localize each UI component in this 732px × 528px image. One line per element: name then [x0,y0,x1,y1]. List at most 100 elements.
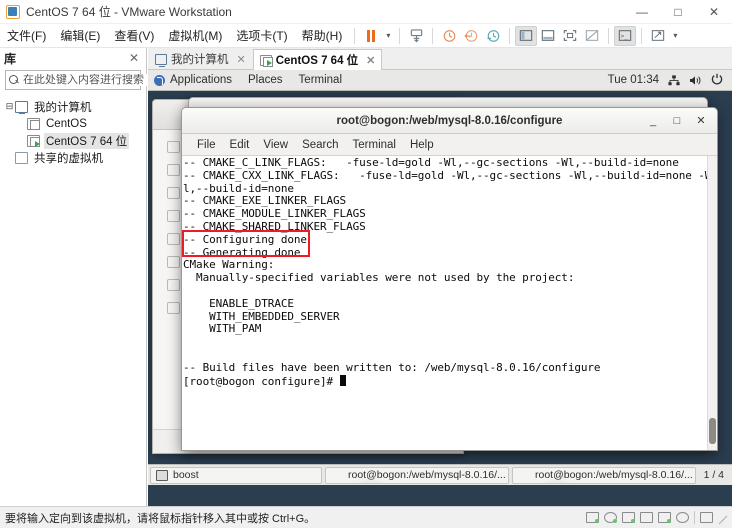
sidebar-place-icon[interactable] [167,233,180,245]
network-adapter-icon[interactable] [622,512,635,523]
printer-icon[interactable] [640,512,653,523]
menu-vm[interactable]: 虚拟机(M) [161,24,229,47]
sidebar-place-icon[interactable] [167,210,180,222]
workspace-indicator[interactable]: 1 / 4 [704,469,730,481]
console-view-icon[interactable]: >_ [614,26,636,46]
sidebar-place-icon[interactable] [167,256,180,268]
tree-item-label: CentOS 7 64 位 [44,133,129,149]
terminal-menu-edit[interactable]: Edit [223,137,257,153]
tree-item-centos-7-64[interactable]: CentOS 7 64 位 [4,132,146,149]
tab-centos-7-64[interactable]: CentOS 7 64 位 ✕ [253,49,383,70]
window-controls: — □ ✕ [624,0,732,24]
cd-dvd-icon[interactable] [604,512,617,523]
terminal-maximize-button[interactable]: □ [665,111,689,131]
menu-view[interactable]: 查看(V) [107,24,161,47]
power-dropdown-caret-icon[interactable]: ▾ [382,31,394,40]
maximize-button[interactable]: □ [660,0,696,24]
terminal-menu-terminal[interactable]: Terminal [346,137,403,153]
terminal-title: root@bogon:/web/mysql-8.0.16/configure [182,115,717,127]
terminal-minimize-button[interactable]: _ [641,111,665,131]
tab-close-icon[interactable]: ✕ [237,53,246,66]
tree-item-label: CentOS [44,118,89,130]
usb-device-icon[interactable] [676,512,689,523]
gnome-menu-applications[interactable]: Applications [148,74,240,86]
clock[interactable]: Tue 01:34 [608,74,659,86]
gnome-taskbar: boost root@bogon:/web/mysql-8.0.16/... r… [148,464,732,485]
sidebar-place-icon[interactable] [167,302,180,314]
terminal-output-highlighted: -- Configuring done -- Generating done [182,233,707,260]
sidebar-place-icon[interactable] [167,164,180,176]
tab-label: CentOS 7 64 位 [276,52,358,68]
menu-tabs[interactable]: 选项卡(T) [229,24,294,47]
resize-grip[interactable] [718,513,728,523]
gnome-menu-places[interactable]: Places [240,74,291,86]
tree-item-shared-vms[interactable]: 共享的虚拟机 [4,149,146,166]
hard-disk-icon[interactable] [586,512,599,523]
window-title: CentOS 7 64 位 - VMware Workstation [26,3,232,20]
power-icon[interactable] [711,73,723,88]
show-library-icon[interactable] [515,26,537,46]
virtual-machine-running-icon [260,55,272,66]
manage-snapshots-icon[interactable] [482,26,504,46]
vmware-workstation-window: CentOS 7 64 位 - VMware Workstation — □ ✕… [0,0,732,528]
menu-help[interactable]: 帮助(H) [295,24,350,47]
tree-item-centos[interactable]: CentOS [4,115,146,132]
suspend-pause-icon[interactable] [360,26,382,46]
taskbar-item-terminal-1[interactable]: root@bogon:/web/mysql-8.0.16/... [325,467,509,484]
tab-close-icon[interactable]: ✕ [366,54,375,67]
taskbar-item-boost[interactable]: boost [150,467,322,484]
search-input[interactable] [23,74,165,86]
terminal-window-controls: _ □ ✕ [641,111,717,131]
terminal-output-area[interactable]: -- CMAKE_C_LINK_FLAGS: -fuse-ld=gold -Wl… [182,156,717,450]
revert-snapshot-icon[interactable] [460,26,482,46]
sound-card-icon[interactable] [658,512,671,523]
device-status-icons [586,511,732,524]
take-snapshot-icon[interactable] [438,26,460,46]
svg-text:>_: >_ [621,33,629,40]
display-icon[interactable] [700,512,713,523]
terminal-window[interactable]: root@bogon:/web/mysql-8.0.16/configure _… [181,107,718,451]
statusbar-message: 要将输入定向到该虚拟机，请将鼠标指针移入其中或按 Ctrl+G。 [0,510,315,526]
terminal-menu-search[interactable]: Search [295,137,345,153]
library-close-icon[interactable]: ✕ [126,51,142,65]
tree-item-my-computer[interactable]: ⊟ 我的计算机 [4,98,146,115]
vm-console-area[interactable]: 我的计算机 ✕ CentOS 7 64 位 ✕ Applications Pla… [148,48,732,506]
virtual-machine-running-icon [27,135,40,147]
stretch-guest-icon[interactable] [647,26,669,46]
minimize-button[interactable]: — [624,0,660,24]
network-icon[interactable] [668,75,680,86]
expander-icon[interactable]: ⊟ [4,101,15,112]
toolbar-divider [509,28,510,44]
terminal-scrollbar[interactable] [707,156,717,450]
unity-mode-icon[interactable] [581,26,603,46]
fullscreen-icon[interactable] [559,26,581,46]
taskbar-item-terminal-2[interactable]: root@bogon:/web/mysql-8.0.16/... [512,467,696,484]
terminal-scrollbar-thumb[interactable] [709,418,716,444]
toolbar-divider [432,28,433,44]
terminal-menu-view[interactable]: View [256,137,295,153]
virtual-machine-icon [27,118,40,130]
terminal-menu-help[interactable]: Help [403,137,441,153]
stretch-dropdown-caret-icon[interactable]: ▾ [669,31,681,40]
terminal-close-button[interactable]: ✕ [689,111,713,131]
terminal-titlebar: root@bogon:/web/mysql-8.0.16/configure _… [182,108,717,134]
sidebar-place-icon[interactable] [167,141,180,153]
vmware-statusbar: 要将输入定向到该虚拟机，请将鼠标指针移入其中或按 Ctrl+G。 [0,506,732,528]
library-search-box[interactable]: ▾ [5,70,141,90]
close-button[interactable]: ✕ [696,0,732,24]
snapshot-manager-icon[interactable] [405,26,427,46]
gnome-menu-terminal[interactable]: Terminal [291,74,350,86]
window-titlebar: CentOS 7 64 位 - VMware Workstation — □ ✕ [0,0,732,24]
menu-file[interactable]: 文件(F) [0,24,53,47]
toolbar-divider [354,28,355,44]
folder-icon [156,470,168,481]
sidebar-place-icon[interactable] [167,187,180,199]
volume-icon[interactable] [689,75,702,86]
menu-edit[interactable]: 编辑(E) [53,24,107,47]
tab-my-computer[interactable]: 我的计算机 ✕ [148,48,253,69]
terminal-menu-file[interactable]: File [190,137,223,153]
show-thumbnail-bar-icon[interactable] [537,26,559,46]
tab-label: 我的计算机 [171,51,229,67]
sidebar-place-icon[interactable] [167,279,180,291]
shared-vm-icon [15,152,28,164]
